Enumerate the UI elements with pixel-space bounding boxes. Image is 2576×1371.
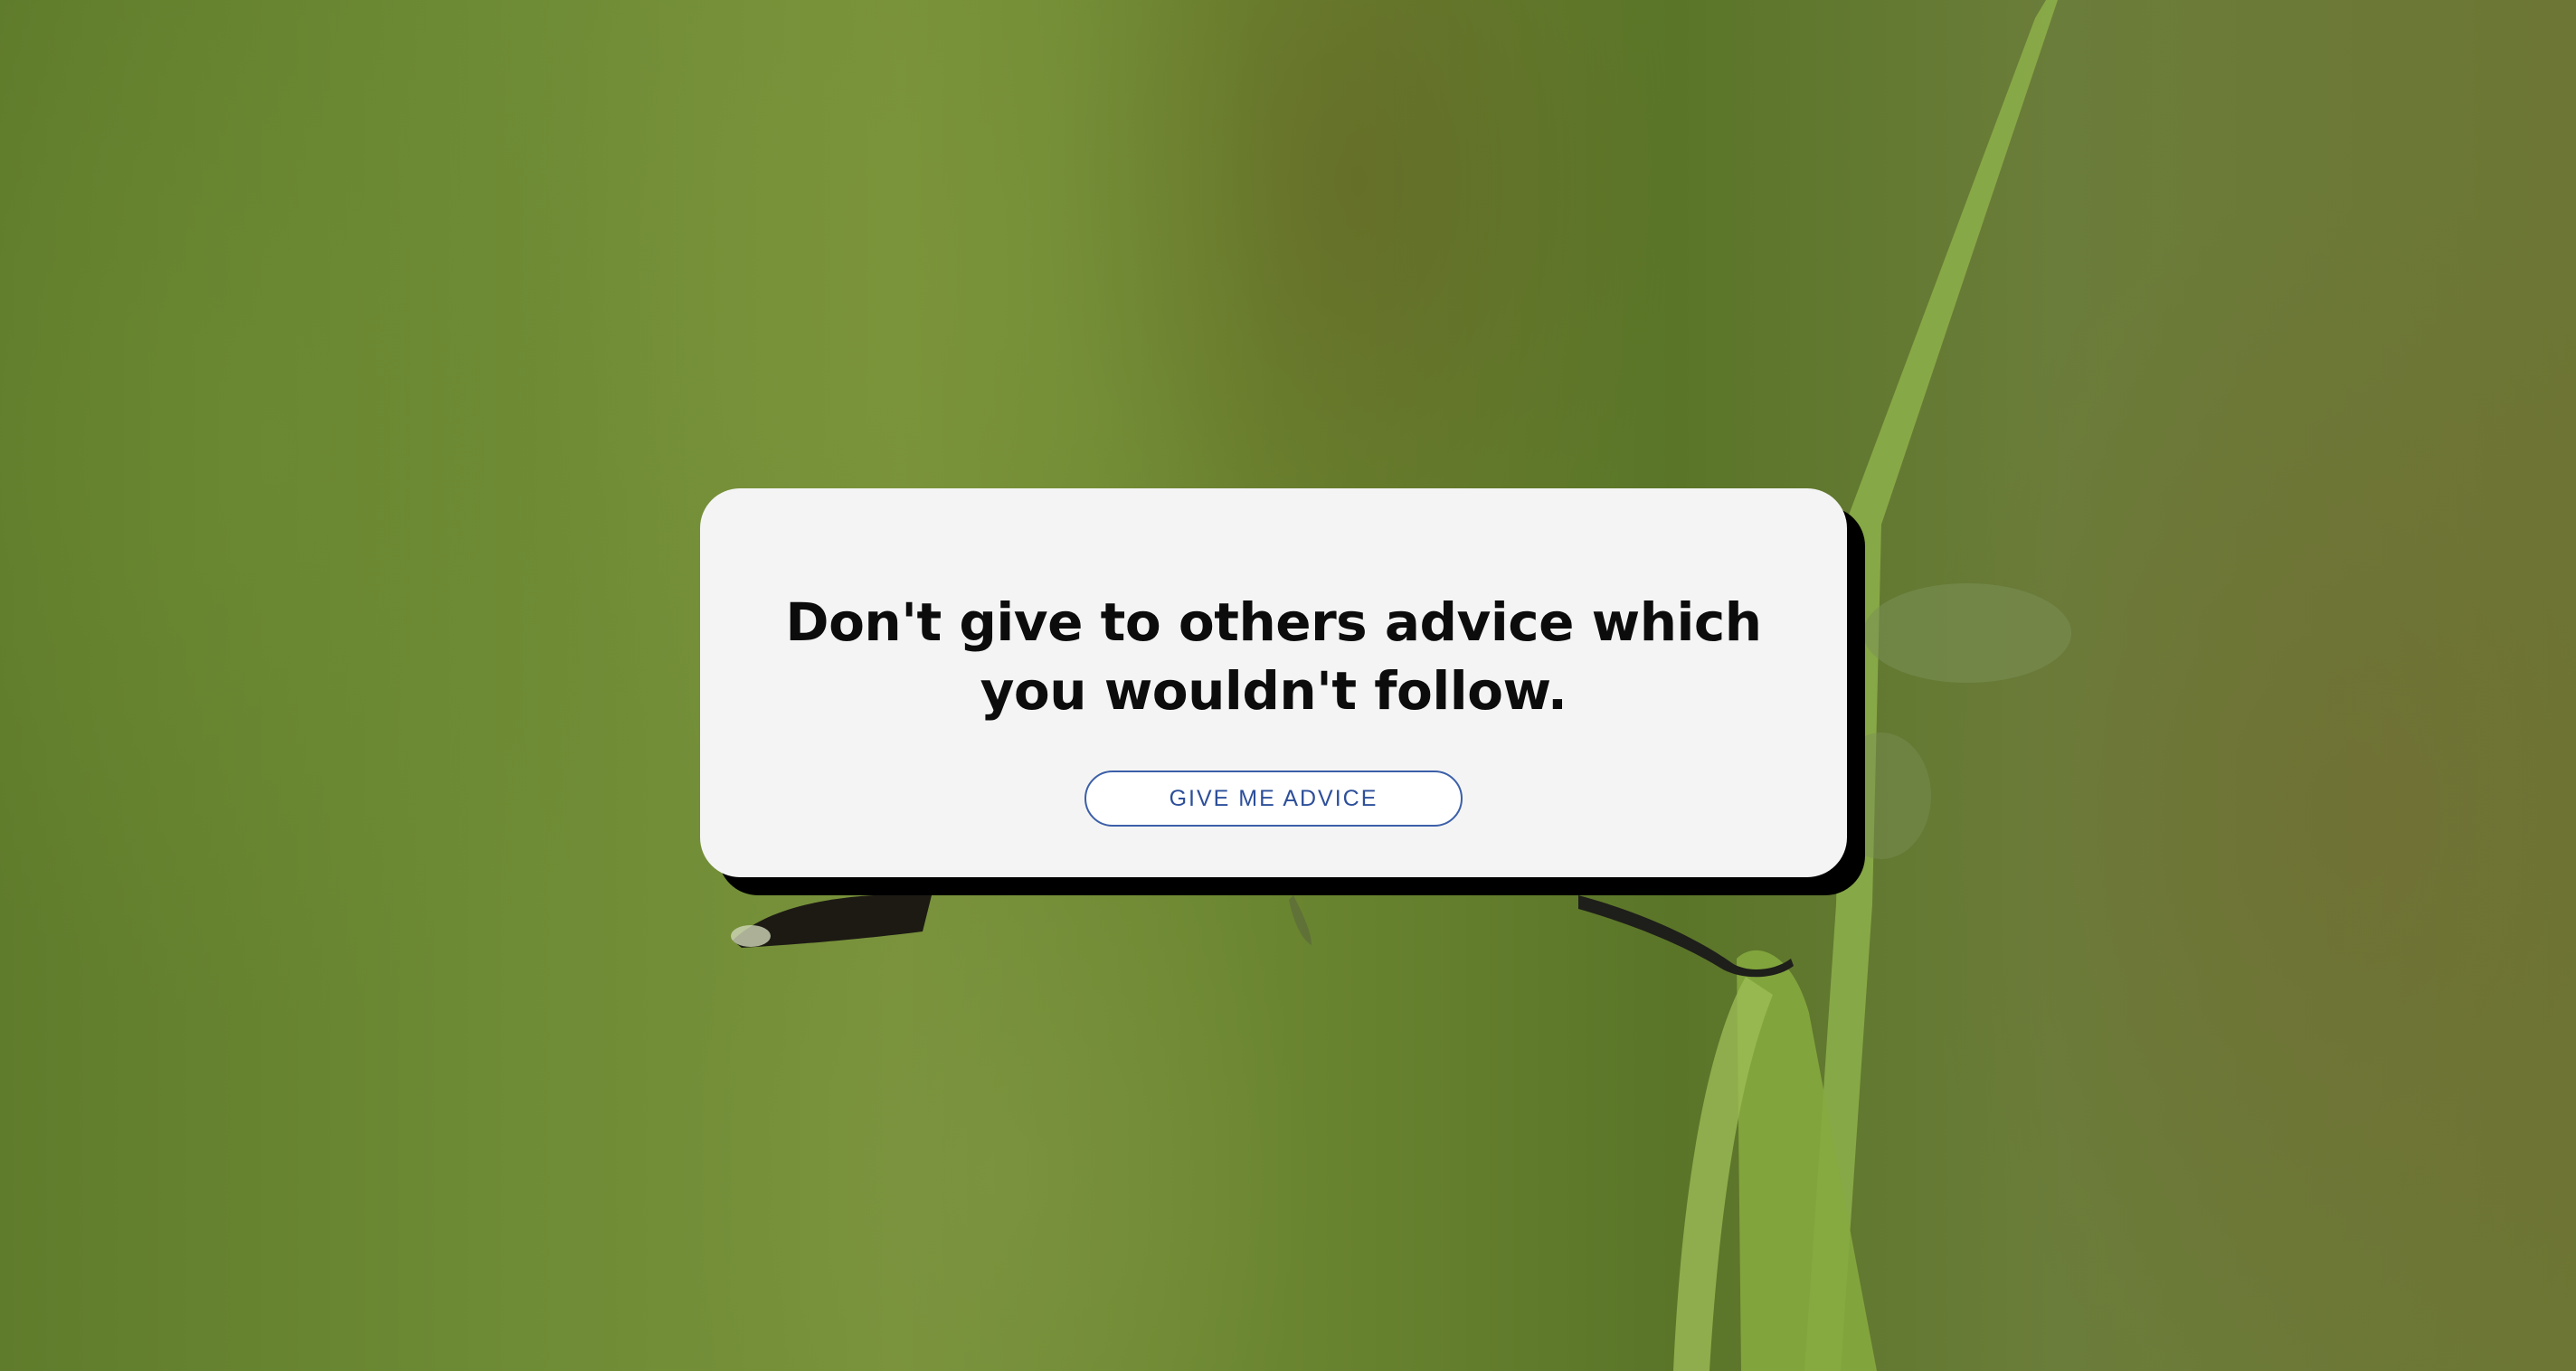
quote-card: Don't give to others advice which you wo… [700,488,1847,877]
quote-text: Don't give to others advice which you wo… [785,591,1762,722]
give-me-advice-button[interactable]: GIVE ME ADVICE [1084,771,1463,827]
quote-card-container: Don't give to others advice which you wo… [700,488,1865,895]
